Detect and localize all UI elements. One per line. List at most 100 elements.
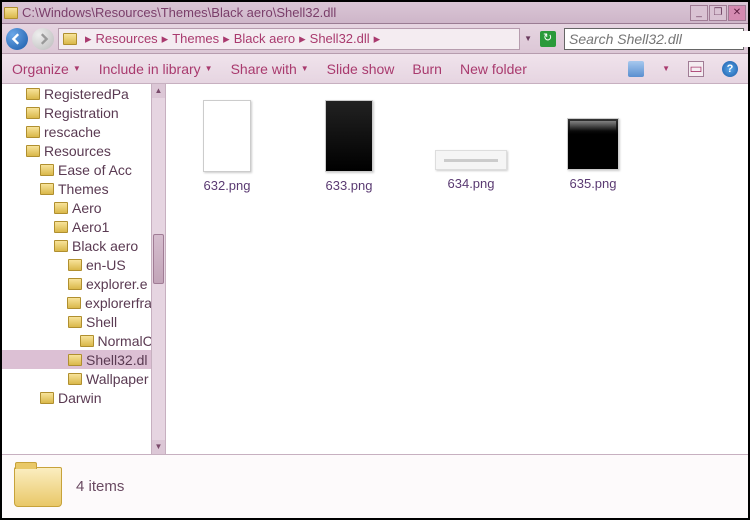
chevron-down-icon: ▼	[205, 64, 213, 73]
file-name: 635.png	[548, 176, 638, 191]
tree-node-label: Shell32.dl	[86, 352, 148, 368]
folder-icon	[14, 467, 62, 507]
address-bar[interactable]: ▸ Resources▸Themes▸Black aero▸Shell32.dl…	[58, 28, 520, 50]
thumbnail	[567, 118, 619, 170]
scroll-down-button[interactable]: ▼	[152, 440, 165, 454]
folder-icon	[54, 240, 68, 252]
tree-node[interactable]: Darwin	[2, 388, 165, 407]
status-text: 4 items	[76, 478, 124, 495]
maximize-button[interactable]: ❐	[709, 5, 727, 21]
window-title: C:\Windows\Resources\Themes\Black aero\S…	[22, 5, 690, 20]
slideshow-button[interactable]: Slide show	[327, 61, 395, 77]
tree-node-label: NormalC	[98, 333, 152, 349]
thumbnail	[435, 150, 507, 170]
file-name: 634.png	[426, 176, 516, 191]
folder-icon	[68, 259, 82, 271]
breadcrumb-item[interactable]: Themes	[172, 31, 219, 46]
file-item[interactable]: 635.png	[548, 100, 638, 191]
folder-icon	[26, 107, 40, 119]
tree-node-label: Resources	[44, 143, 111, 159]
tree-node[interactable]: Shell32.dl	[2, 350, 165, 369]
folder-icon	[26, 145, 40, 157]
tree-node[interactable]: explorerfra	[2, 293, 165, 312]
tree-node[interactable]: Registration	[2, 103, 165, 122]
organize-menu[interactable]: Organize▼	[12, 61, 81, 77]
tree-node[interactable]: Black aero	[2, 236, 165, 255]
chevron-right-icon[interactable]: ▸	[223, 31, 230, 46]
breadcrumb-item[interactable]: Black aero	[234, 31, 295, 46]
scrollbar[interactable]: ▲ ▼	[151, 84, 165, 454]
tree-node-label: explorerfra	[85, 295, 151, 311]
folder-icon	[54, 221, 68, 233]
folder-icon	[26, 126, 40, 138]
tree-node[interactable]: Aero	[2, 198, 165, 217]
folder-icon	[40, 164, 54, 176]
forward-button[interactable]	[32, 28, 54, 50]
share-with-menu[interactable]: Share with▼	[231, 61, 309, 77]
address-dropdown[interactable]: ▼	[524, 34, 532, 43]
chevron-down-icon: ▼	[301, 64, 309, 73]
tree-node-label: Shell	[86, 314, 117, 330]
folder-icon	[26, 88, 40, 100]
search-input[interactable]	[569, 31, 750, 47]
folder-icon	[80, 335, 94, 347]
view-options-button[interactable]	[628, 61, 644, 77]
thumbnail	[325, 100, 373, 172]
tree-node[interactable]: en-US	[2, 255, 165, 274]
tree-node[interactable]: Themes	[2, 179, 165, 198]
chevron-right-icon[interactable]: ▸	[162, 31, 169, 46]
scroll-up-button[interactable]: ▲	[152, 84, 165, 98]
tree-node-label: Wallpaper	[86, 371, 149, 387]
tree-node-label: en-US	[86, 257, 126, 273]
breadcrumb-item[interactable]: Shell32.dll	[310, 31, 370, 46]
tree-node[interactable]: Shell	[2, 312, 165, 331]
minimize-button[interactable]: _	[690, 5, 708, 21]
breadcrumb-item[interactable]: Resources	[96, 31, 158, 46]
chevron-right-icon[interactable]: ▸	[85, 31, 92, 47]
folder-icon	[54, 202, 68, 214]
tree-node[interactable]: RegisteredPa	[2, 84, 165, 103]
tree-node[interactable]: Aero1	[2, 217, 165, 236]
file-name: 633.png	[304, 178, 394, 193]
command-bar: Organize▼ Include in library▼ Share with…	[2, 54, 748, 84]
file-pane[interactable]: 632.png 633.png 634.png 635.png	[166, 84, 748, 454]
folder-icon	[40, 183, 54, 195]
include-in-library-menu[interactable]: Include in library▼	[99, 61, 213, 77]
tree-node-label: rescache	[44, 124, 101, 140]
tree-node[interactable]: NormalC	[2, 331, 165, 350]
new-folder-button[interactable]: New folder	[460, 61, 527, 77]
file-name: 632.png	[182, 178, 272, 193]
folder-icon	[68, 278, 82, 290]
tree-node-label: Aero1	[72, 219, 109, 235]
chevron-right-icon[interactable]: ▸	[374, 31, 381, 46]
file-item[interactable]: 633.png	[304, 100, 394, 193]
tree-node[interactable]: Wallpaper	[2, 369, 165, 388]
chevron-down-icon: ▼	[73, 64, 81, 73]
close-button[interactable]: ✕	[728, 5, 746, 21]
folder-icon	[63, 33, 77, 45]
back-button[interactable]	[6, 28, 28, 50]
tree-node-label: Aero	[72, 200, 102, 216]
chevron-right-icon[interactable]: ▸	[299, 31, 306, 46]
view-dropdown[interactable]: ▼	[662, 64, 670, 73]
tree-node[interactable]: Ease of Acc	[2, 160, 165, 179]
tree-node-label: explorer.e	[86, 276, 147, 292]
file-item[interactable]: 632.png	[182, 100, 272, 193]
tree-node-label: Black aero	[72, 238, 138, 254]
tree-node[interactable]: Resources	[2, 141, 165, 160]
burn-button[interactable]: Burn	[412, 61, 442, 77]
folder-icon	[68, 316, 82, 328]
preview-pane-button[interactable]: ▭	[688, 61, 704, 77]
search-box[interactable]	[564, 28, 744, 50]
refresh-button[interactable]	[540, 31, 556, 47]
help-button[interactable]: ?	[722, 61, 738, 77]
folder-icon	[68, 373, 82, 385]
tree-node-label: Registration	[44, 105, 119, 121]
thumbnail	[203, 100, 251, 172]
tree-node[interactable]: explorer.e	[2, 274, 165, 293]
scroll-thumb[interactable]	[153, 234, 164, 284]
navigation-bar: ▸ Resources▸Themes▸Black aero▸Shell32.dl…	[2, 24, 748, 54]
file-item[interactable]: 634.png	[426, 100, 516, 191]
tree-node[interactable]: rescache	[2, 122, 165, 141]
tree-node-label: Ease of Acc	[58, 162, 132, 178]
